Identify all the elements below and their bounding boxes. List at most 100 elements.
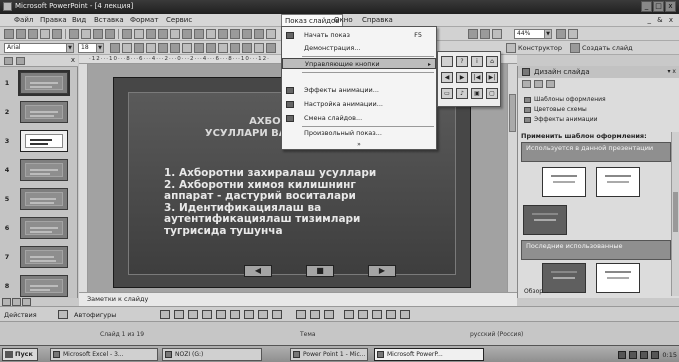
action-button-back[interactable]: ◀: [441, 72, 453, 83]
zoom-out-icon[interactable]: [480, 29, 490, 39]
autoshapes-menu[interactable]: Автофигуры: [74, 311, 116, 319]
new-slide-button[interactable]: Создать слайд: [582, 44, 633, 52]
expand-icon[interactable]: [242, 29, 252, 39]
antivirus-icon[interactable]: [651, 350, 660, 359]
zoom-combo[interactable]: 44% ▼: [514, 29, 552, 39]
bold-icon[interactable]: [110, 43, 120, 53]
menu-window[interactable]: Окно: [334, 16, 353, 24]
textbox-icon[interactable]: [216, 310, 226, 319]
wordart-icon[interactable]: [230, 310, 240, 319]
task-pane-title[interactable]: Дизайн слайда: [534, 68, 590, 76]
template-thumbnail[interactable]: [542, 167, 586, 197]
start-button[interactable]: Пуск: [2, 348, 38, 361]
select-objects-icon[interactable]: [58, 310, 68, 319]
taskbar-item-folder[interactable]: NOZI (G:): [162, 348, 262, 361]
slide-thumbnail-row[interactable]: 3: [0, 127, 78, 155]
menu-help[interactable]: Справка: [362, 16, 393, 24]
show-formatting-icon[interactable]: [254, 29, 264, 39]
link-color-schemes[interactable]: Цветовые схемы: [524, 106, 587, 114]
menu-insert[interactable]: Вставка: [94, 16, 124, 24]
decrease-font-icon[interactable]: [230, 43, 240, 53]
chevron-down-icon[interactable]: ▼: [96, 44, 103, 52]
action-button-home[interactable]: ⌂: [486, 56, 498, 67]
shadow-icon[interactable]: [146, 43, 156, 53]
slide-thumbnail[interactable]: [20, 275, 68, 297]
line-icon[interactable]: [160, 310, 170, 319]
font-color-icon[interactable]: [266, 43, 276, 53]
menu-format[interactable]: Формат: [130, 16, 158, 24]
home-icon[interactable]: [546, 80, 555, 88]
template-thumbnail[interactable]: [596, 263, 640, 293]
menu-edit[interactable]: Правка: [40, 16, 67, 24]
slide-show-view-icon[interactable]: [22, 298, 31, 306]
scrollbar-thumb[interactable]: [509, 94, 516, 132]
menu-item-slide-transition[interactable]: Смена слайдов...: [282, 113, 436, 124]
toolbar-options-icon[interactable]: [568, 29, 578, 39]
normal-view-icon[interactable]: [2, 298, 11, 306]
oval-icon[interactable]: [202, 310, 212, 319]
decrease-indent-icon[interactable]: [242, 43, 252, 53]
arrow-icon[interactable]: [174, 310, 184, 319]
picture-icon[interactable]: [272, 310, 282, 319]
slide-thumbnail-row[interactable]: 8: [0, 272, 78, 300]
slide-thumbnail[interactable]: [20, 159, 68, 181]
link-animation-schemes[interactable]: Эффекты анимации: [524, 116, 598, 124]
action-button-forward[interactable]: ▶: [456, 72, 468, 83]
maximize-button[interactable]: □: [653, 1, 664, 12]
arrow-style-icon[interactable]: [372, 310, 382, 319]
minimize-button[interactable]: _: [641, 1, 652, 12]
vertical-scrollbar[interactable]: [507, 64, 517, 292]
insert-chart-icon[interactable]: [194, 29, 204, 39]
action-button-help[interactable]: ?: [456, 56, 468, 67]
bullets-icon[interactable]: [206, 43, 216, 53]
hyperlink-icon[interactable]: [230, 29, 240, 39]
action-button-movie[interactable]: ▢: [486, 88, 498, 99]
redo-icon[interactable]: [182, 29, 192, 39]
font-name-combo[interactable]: Arial ▼: [4, 43, 74, 53]
open-icon[interactable]: [16, 29, 26, 39]
action-button-return[interactable]: ▭: [441, 88, 453, 99]
taskbar-item-powerpoint-1[interactable]: Power Point 1 - Mic...: [290, 348, 368, 361]
slide-bullet-list[interactable]: 1. Ахборотни захиралаш усуллари 2. Ахбор…: [164, 167, 464, 237]
slide-thumbnail[interactable]: [20, 246, 68, 268]
template-thumbnail[interactable]: [596, 167, 640, 197]
slide-thumbnail-row[interactable]: 4: [0, 156, 78, 184]
actions-menu[interactable]: Действия: [4, 311, 37, 319]
slide-thumbnail-row[interactable]: 2: [0, 98, 78, 126]
task-pane-controls[interactable]: ▾ x: [668, 66, 676, 78]
underline-icon[interactable]: [134, 43, 144, 53]
undo-icon[interactable]: [170, 29, 180, 39]
close-icon[interactable]: x: [71, 56, 75, 64]
font-color-icon[interactable]: [324, 310, 334, 319]
menu-item-custom-animation[interactable]: Настройка анимации...: [282, 99, 436, 110]
menu-item-animation-schemes[interactable]: Эффекты анимации...: [282, 85, 436, 96]
tab-outline[interactable]: [4, 57, 13, 65]
3d-style-icon[interactable]: [400, 310, 410, 319]
permission-icon[interactable]: [40, 29, 50, 39]
dash-style-icon[interactable]: [358, 310, 368, 319]
link-design-templates[interactable]: Шаблоны оформления: [524, 96, 606, 104]
action-button-information[interactable]: i: [471, 56, 483, 67]
shadow-style-icon[interactable]: [386, 310, 396, 319]
menu-item-action-buttons[interactable]: Управляющие кнопки ▸: [282, 58, 436, 69]
slide-thumbnail-row[interactable]: 1: [0, 69, 78, 97]
document-window-controls[interactable]: _ & x: [647, 16, 675, 24]
action-button-custom[interactable]: [441, 56, 453, 67]
line-color-icon[interactable]: [310, 310, 320, 319]
volume-icon[interactable]: [640, 350, 649, 359]
rectangle-icon[interactable]: [188, 310, 198, 319]
format-painter-icon[interactable]: [158, 29, 168, 39]
template-thumbnail[interactable]: [523, 205, 567, 235]
slide-thumbnail[interactable]: [20, 217, 68, 239]
font-size-combo[interactable]: 18 ▼: [78, 43, 104, 53]
action-button-sound[interactable]: ♪: [456, 88, 468, 99]
menu-view[interactable]: Вид: [72, 16, 86, 24]
design-icon[interactable]: [506, 43, 516, 53]
italic-icon[interactable]: [122, 43, 132, 53]
task-pane-scrollbar[interactable]: [671, 132, 679, 296]
scrollbar-thumb[interactable]: [673, 192, 678, 232]
slide-sorter-view-icon[interactable]: [12, 298, 21, 306]
browse-link[interactable]: Обзор...: [524, 288, 549, 295]
menu-item-setup-show[interactable]: Демонстрация...: [282, 43, 436, 54]
network-icon[interactable]: [629, 350, 638, 359]
